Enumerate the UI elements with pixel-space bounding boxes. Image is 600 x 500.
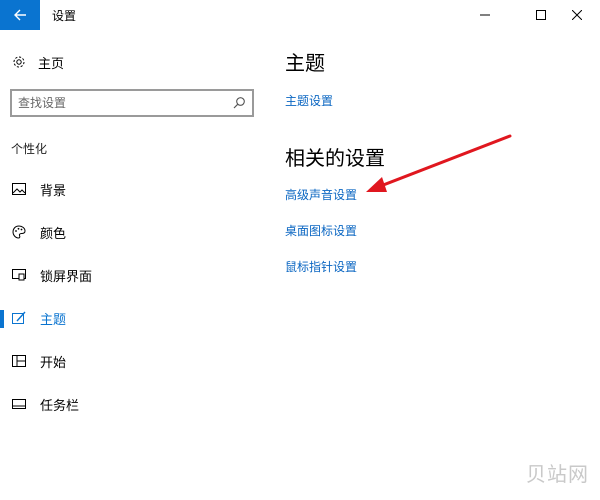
- lock-screen-icon: [12, 268, 26, 282]
- mouse-pointer-settings-link[interactable]: 鼠标指针设置: [285, 258, 357, 275]
- title-bar: 设置: [0, 0, 600, 30]
- minimize-button[interactable]: [462, 0, 508, 30]
- window-title: 设置: [52, 9, 77, 23]
- theme-brush-icon: [12, 311, 26, 325]
- back-arrow-icon: [14, 9, 26, 21]
- active-indicator: [0, 310, 4, 328]
- sidebar-item-lock-screen[interactable]: 锁屏界面: [0, 260, 270, 290]
- home-nav-item[interactable]: 主页: [12, 52, 64, 72]
- advanced-sound-settings-link[interactable]: 高级声音设置: [285, 186, 357, 203]
- back-button[interactable]: [0, 0, 40, 30]
- home-label: 主页: [38, 56, 65, 72]
- theme-settings-link[interactable]: 主题设置: [285, 92, 333, 109]
- minimize-icon: [480, 14, 490, 16]
- taskbar-icon: [12, 397, 26, 411]
- close-icon: [572, 10, 582, 20]
- start-grid-icon: [12, 354, 26, 368]
- desktop-icon-settings-link[interactable]: 桌面图标设置: [285, 222, 357, 239]
- palette-icon: [12, 225, 26, 239]
- sidebar-item-themes[interactable]: 主题: [0, 303, 270, 333]
- sidebar-item-label: 锁屏界面: [40, 269, 93, 285]
- search-input[interactable]: [12, 96, 222, 110]
- search-icon[interactable]: [232, 96, 246, 110]
- sidebar-item-taskbar[interactable]: 任务栏: [0, 389, 270, 419]
- main-content: 主题 主题设置 相关的设置 高级声音设置 桌面图标设置 鼠标指针设置: [270, 30, 600, 500]
- maximize-icon: [536, 10, 546, 20]
- sidebar-item-label: 背景: [40, 183, 67, 199]
- gear-icon: [13, 56, 25, 68]
- sidebar-item-label: 任务栏: [40, 398, 80, 414]
- sidebar-item-label: 颜色: [40, 226, 67, 242]
- sidebar-item-label: 主题: [40, 312, 67, 328]
- watermark-logo: 贝站网: [526, 462, 589, 486]
- picture-icon: [12, 182, 26, 196]
- search-box[interactable]: [10, 89, 254, 117]
- section-label-personalization: 个性化: [11, 142, 48, 156]
- sidebar: 主页 个性化 背景 颜色 锁屏界面 主题: [0, 30, 270, 500]
- sidebar-item-colors[interactable]: 颜色: [0, 217, 270, 247]
- sidebar-item-background[interactable]: 背景: [0, 174, 270, 204]
- sidebar-item-label: 开始: [40, 355, 67, 371]
- sidebar-item-start[interactable]: 开始: [0, 346, 270, 376]
- theme-heading: 主题: [285, 51, 325, 75]
- close-button[interactable]: [554, 0, 600, 30]
- red-arrow-annotation: [366, 134, 512, 192]
